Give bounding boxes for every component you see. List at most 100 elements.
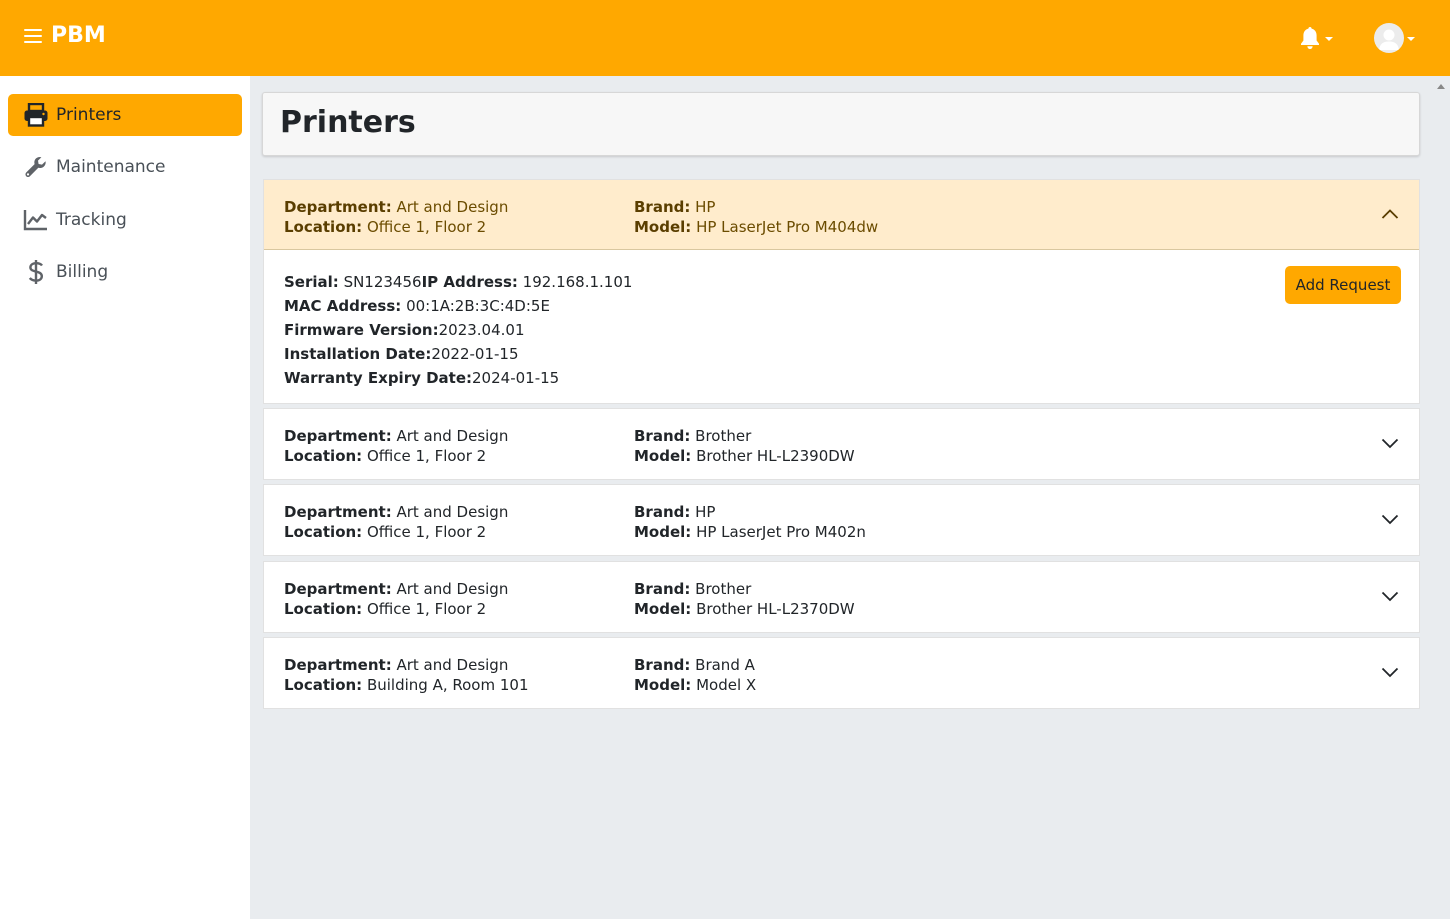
- model-label: Model:: [634, 447, 692, 465]
- printer-location-info: Department: Art and Design Location: Bui…: [284, 655, 528, 695]
- chevron-up-icon[interactable]: [1381, 207, 1399, 221]
- printer-model-info: Brand: Brand A Model: Model X: [634, 655, 756, 695]
- printer-accordion-item: Department: Art and Design Location: Off…: [263, 179, 1420, 404]
- scroll-up-arrow-icon[interactable]: [1437, 84, 1445, 89]
- department-label: Department:: [284, 503, 392, 521]
- department-value: Art and Design: [396, 656, 509, 674]
- location-label: Location:: [284, 600, 363, 618]
- chevron-down-icon[interactable]: [1381, 589, 1399, 603]
- install-date-value: 2022-01-15: [431, 345, 519, 363]
- printer-accordion-item: Department: Art and Design Location: Off…: [263, 484, 1420, 556]
- printer-location-info: Department: Art and Design Location: Off…: [284, 502, 508, 542]
- sidebar-item-label: Maintenance: [56, 157, 166, 177]
- model-label: Model:: [634, 523, 692, 541]
- firmware-value: 2023.04.01: [438, 321, 525, 339]
- department-value: Art and Design: [396, 503, 509, 521]
- mac-label: MAC Address:: [284, 297, 402, 315]
- accordion-header[interactable]: Department: Art and Design Location: Bui…: [264, 638, 1419, 708]
- model-label: Model:: [634, 600, 692, 618]
- page-title: Printers: [280, 105, 416, 140]
- accordion-header[interactable]: Department: Art and Design Location: Off…: [264, 180, 1419, 250]
- warranty-label: Warranty Expiry Date:: [284, 369, 473, 387]
- model-value: Brother HL-L2370DW: [696, 600, 855, 618]
- model-value: HP LaserJet Pro M402n: [696, 523, 866, 541]
- serial-value: SN123456: [343, 273, 422, 291]
- printer-model-info: Brand: Brother Model: Brother HL-L2390DW: [634, 426, 855, 466]
- firmware-label: Firmware Version:: [284, 321, 439, 339]
- sidebar-item-maintenance[interactable]: Maintenance: [8, 146, 242, 188]
- department-label: Department:: [284, 580, 392, 598]
- accordion-header[interactable]: Department: Art and Design Location: Off…: [264, 562, 1419, 632]
- chevron-down-icon: [1407, 37, 1415, 41]
- brand-label: Brand:: [634, 656, 691, 674]
- model-label: Model:: [634, 676, 692, 694]
- location-value: Office 1, Floor 2: [366, 600, 487, 618]
- brand-value: HP: [695, 503, 716, 521]
- ip-label: IP Address:: [421, 273, 518, 291]
- accordion-header[interactable]: Department: Art and Design Location: Off…: [264, 409, 1419, 479]
- dollar-icon: [22, 259, 50, 285]
- accordion-body: Serial: SN123456IP Address: 192.168.1.10…: [264, 250, 1419, 403]
- sidebar-item-label: Printers: [56, 105, 122, 125]
- install-date-label: Installation Date:: [284, 345, 432, 363]
- top-bar: PBM: [0, 0, 1450, 76]
- sidebar-item-label: Tracking: [56, 210, 127, 230]
- location-value: Office 1, Floor 2: [366, 523, 487, 541]
- accordion-header[interactable]: Department: Art and Design Location: Off…: [264, 485, 1419, 555]
- wrench-icon: [22, 154, 50, 180]
- printer-details: Serial: SN123456IP Address: 192.168.1.10…: [284, 270, 632, 390]
- chevron-down-icon[interactable]: [1381, 436, 1399, 450]
- brand-label: Brand:: [634, 580, 691, 598]
- chevron-down-icon: [1325, 37, 1333, 41]
- location-label: Location:: [284, 447, 363, 465]
- sidebar-item-billing[interactable]: Billing: [8, 251, 242, 293]
- app-logo[interactable]: PBM: [51, 23, 106, 48]
- serial-label: Serial:: [284, 273, 339, 291]
- chevron-down-icon[interactable]: [1381, 665, 1399, 679]
- printer-location-info: Department: Art and Design Location: Off…: [284, 197, 508, 237]
- model-label: Model:: [634, 218, 692, 236]
- location-label: Location:: [284, 218, 363, 236]
- printer-accordion-item: Department: Art and Design Location: Off…: [263, 408, 1420, 480]
- user-menu-button[interactable]: [1374, 22, 1418, 54]
- printer-model-info: Brand: Brother Model: Brother HL-L2370DW: [634, 579, 855, 619]
- brand-value: Brother: [695, 427, 752, 445]
- printer-accordion-item: Department: Art and Design Location: Bui…: [263, 637, 1420, 709]
- department-value: Art and Design: [396, 198, 509, 216]
- chevron-down-icon[interactable]: [1381, 512, 1399, 526]
- printer-model-info: Brand: HP Model: HP LaserJet Pro M402n: [634, 502, 866, 542]
- hamburger-menu-icon[interactable]: [24, 29, 42, 47]
- warranty-value: 2024-01-15: [472, 369, 560, 387]
- printer-location-info: Department: Art and Design Location: Off…: [284, 426, 508, 466]
- printer-model-info: Brand: HP Model: HP LaserJet Pro M404dw: [634, 197, 878, 237]
- location-value: Office 1, Floor 2: [366, 447, 487, 465]
- brand-value: Brand A: [695, 656, 755, 674]
- brand-value: HP: [695, 198, 716, 216]
- brand-label: Brand:: [634, 503, 691, 521]
- department-label: Department:: [284, 198, 392, 216]
- ip-value: 192.168.1.101: [522, 273, 633, 291]
- location-value: Office 1, Floor 2: [366, 218, 487, 236]
- department-value: Art and Design: [396, 580, 509, 598]
- sidebar-item-printers[interactable]: Printers: [8, 94, 242, 136]
- location-value: Building A, Room 101: [366, 676, 529, 694]
- printer-icon: [22, 102, 50, 128]
- department-label: Department:: [284, 656, 392, 674]
- printer-accordion-item: Department: Art and Design Location: Off…: [263, 561, 1420, 633]
- mac-value: 00:1A:2B:3C:4D:5E: [406, 297, 550, 315]
- brand-label: Brand:: [634, 427, 691, 445]
- avatar: [1374, 23, 1404, 53]
- brand-label: Brand:: [634, 198, 691, 216]
- chart-line-icon: [22, 207, 50, 233]
- notifications-button[interactable]: [1298, 25, 1334, 51]
- sidebar: Printers Maintenance Tracking Billing: [0, 76, 250, 919]
- model-value: Brother HL-L2390DW: [696, 447, 855, 465]
- sidebar-item-label: Billing: [56, 262, 109, 282]
- model-value: HP LaserJet Pro M404dw: [696, 218, 879, 236]
- location-label: Location:: [284, 523, 363, 541]
- add-request-button[interactable]: Add Request: [1285, 266, 1401, 304]
- page-header: Printers: [262, 92, 1420, 156]
- department-value: Art and Design: [396, 427, 509, 445]
- printer-location-info: Department: Art and Design Location: Off…: [284, 579, 508, 619]
- sidebar-item-tracking[interactable]: Tracking: [8, 199, 242, 241]
